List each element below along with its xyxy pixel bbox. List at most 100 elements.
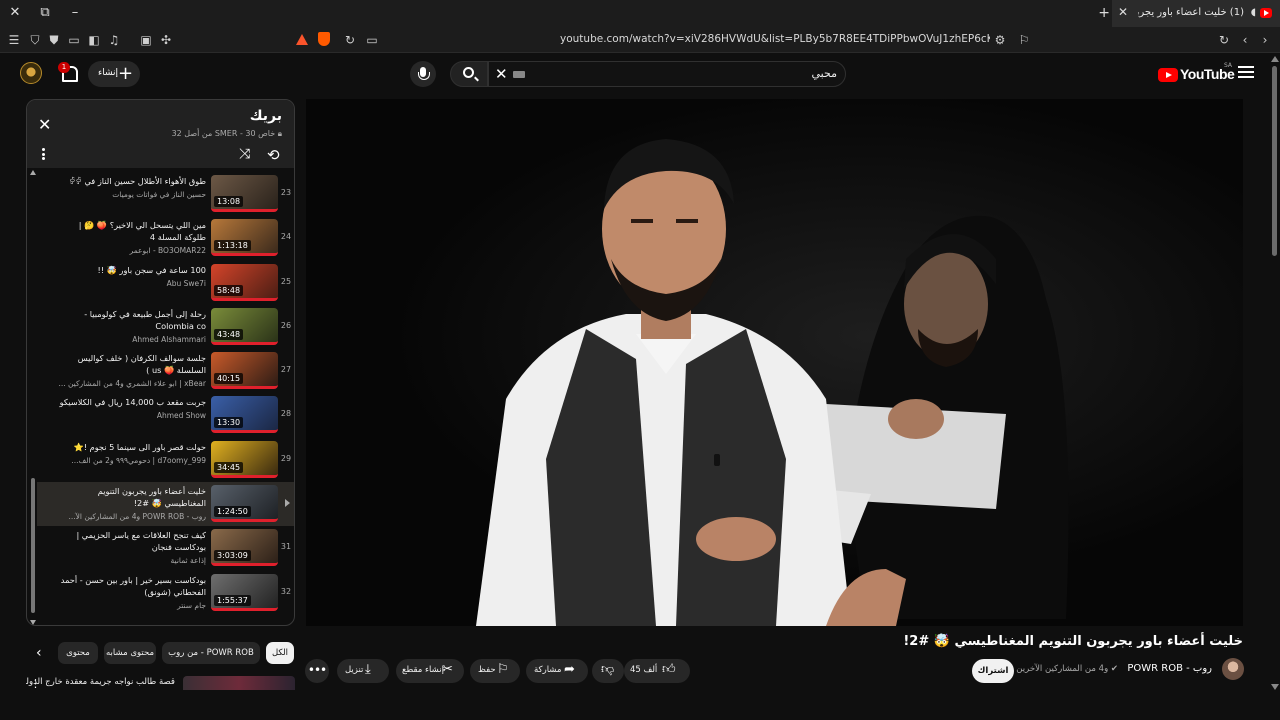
brave-rewards-icon[interactable] — [296, 32, 310, 47]
chip-all[interactable]: الكل — [266, 642, 294, 664]
brave-shields-icon[interactable] — [318, 32, 330, 46]
playlist-item-thumbnail[interactable]: 1:13:18 — [211, 219, 278, 257]
playlist-item-title[interactable]: جلسة سوالف الكرفان ( خلف كواليس السلسلة … — [56, 352, 206, 376]
like-button-icon[interactable]: 👍︎ — [662, 662, 676, 677]
account-avatar[interactable] — [20, 62, 42, 84]
channel-collaborators[interactable]: ✔ و4 من المشاركين الآخرين — [1016, 664, 1118, 674]
back-icon[interactable]: ‹ — [1237, 32, 1253, 48]
reader-icon[interactable]: ▣ — [138, 32, 154, 48]
playlist-item-title[interactable]: جربت مقعد ب 14,000 ريال في الكلاسيكو — [56, 396, 206, 408]
playlist-item-thumbnail[interactable]: 3:03:09 — [211, 529, 278, 567]
search-button[interactable] — [450, 61, 488, 87]
playlist-meta-text: خاص SMER - 30 من أصل 32 — [171, 129, 276, 138]
shuffle-icon[interactable]: ⤨ — [239, 146, 250, 162]
voice-search-icon[interactable] — [410, 61, 436, 87]
reload-icon[interactable]: ↻ — [1216, 32, 1232, 48]
playlist-item-title[interactable]: مين اللي يتسحل الي الاخير؟ 🍑 🤔 | طلوكة ا… — [56, 219, 206, 243]
scroll-down-arrow[interactable] — [30, 620, 36, 625]
playlist-item[interactable]: 32 1:55:37 بودكاست بسير خير | باور بين ح… — [37, 571, 294, 615]
clear-search-icon[interactable]: ✕ — [495, 65, 508, 83]
chevron-left-icon[interactable]: ‹ — [36, 645, 42, 661]
chip-from-channel[interactable]: من روب - POWR ROB — [162, 642, 260, 664]
playlist-item-title[interactable]: كيف تنجح العلاقات مع ياسر الحزيمي | بودك… — [56, 529, 206, 553]
cast-icon[interactable]: ▭ — [364, 32, 380, 48]
sidebar-menu-icon[interactable]: ☰ — [6, 32, 22, 48]
site-settings-icon[interactable]: ⚙ — [992, 32, 1008, 48]
playlist-item[interactable]: 29 34:45 حولت قصر باور الى سينما 5 نجوم … — [37, 438, 294, 482]
chip-more[interactable]: محتوى — [58, 642, 98, 664]
close-window-icon[interactable]: ✕ — [6, 4, 24, 22]
extensions-icon[interactable]: ✣ — [158, 32, 174, 48]
playlist-item-title[interactable]: طوق الأهواء الأطلال حسين الناز في ꀆꀆ — [56, 175, 206, 187]
page-scroll-down[interactable] — [1271, 684, 1279, 690]
close-playlist-icon[interactable]: ✕ — [38, 115, 51, 134]
playlist-item[interactable]: 31 3:03:09 كيف تنجح العلاقات مع ياسر الح… — [37, 526, 294, 570]
playlist-item-thumbnail[interactable]: 1:55:37 — [211, 573, 278, 611]
channel-avatar[interactable] — [1222, 658, 1244, 680]
playlist-item[interactable]: 1:24:50 خليت أعضاء باور يجربون التنويم ا… — [37, 482, 294, 527]
guide-menu-icon[interactable] — [1238, 66, 1254, 80]
create-button[interactable]: إنشاء + — [88, 61, 140, 87]
playlist-item-thumbnail[interactable]: 40:15 — [211, 352, 278, 390]
scroll-thumb[interactable] — [31, 478, 35, 613]
playlist-item-thumbnail[interactable]: 34:45 — [211, 440, 278, 478]
playlist-item-thumbnail[interactable]: 43:48 — [211, 307, 278, 345]
dislike-button[interactable]: 👎︎ — [592, 659, 624, 683]
new-tab-button[interactable]: + — [1098, 5, 1110, 21]
save-button[interactable]: ⚐ حفظ — [470, 659, 520, 683]
playlist-item[interactable]: 27 40:15 جلسة سوالف الكرفان ( خلف كواليس… — [37, 349, 294, 393]
playlist-item-title[interactable]: حولت قصر باور الى سينما 5 نجوم !⭐ — [56, 441, 206, 453]
playlist-item[interactable]: 24 1:13:18 مين اللي يتسحل الي الاخير؟ 🍑 … — [37, 216, 294, 260]
share-button[interactable]: ➦ مشاركة — [526, 659, 588, 683]
clip-button[interactable]: ✂ إنشاء مقطع — [396, 659, 464, 683]
playlist-item-title[interactable]: بودكاست بسير خير | باور بين حسن - أحمد ا… — [56, 574, 206, 598]
search-box[interactable]: ✕ — [488, 61, 846, 87]
tabs-icon[interactable]: ▭ — [66, 32, 82, 48]
download-button[interactable]: ⤓ تنزيل — [337, 659, 389, 683]
like-count[interactable]: 45 ألف — [630, 665, 657, 675]
playlist-more-icon[interactable] — [42, 148, 45, 160]
scroll-up-arrow[interactable] — [30, 170, 36, 175]
playlist-scrollbar[interactable] — [30, 170, 36, 625]
bookmarks-icon[interactable]: ⛊ — [46, 32, 62, 48]
search-input[interactable] — [537, 67, 837, 80]
page-scroll-up[interactable] — [1271, 56, 1279, 62]
music-icon[interactable]: ♫ — [106, 32, 122, 48]
loop-icon[interactable]: ⟲ — [267, 146, 280, 164]
bookmark-icon[interactable]: ⚐ — [1016, 32, 1032, 48]
duration-badge: 58:48 — [214, 284, 244, 296]
playlist-item-title[interactable]: رحلة إلى أجمل طبيعة في كولومبيا - Colomb… — [56, 308, 206, 332]
page-scroll-thumb[interactable] — [1272, 66, 1277, 256]
browser-tab[interactable]: ✕ (1) خليت أعضاء باور يجربون التنـ ◖ — [1112, 0, 1280, 27]
playlist-item[interactable]: 28 13:30 جربت مقعد ب 14,000 ريال في الكل… — [37, 393, 294, 437]
page-scrollbar[interactable] — [1270, 56, 1279, 690]
chip-related[interactable]: محتوى مشابه — [104, 642, 156, 664]
playlist-item-thumbnail[interactable]: 13:30 — [211, 396, 278, 434]
maximize-window-icon[interactable]: ⧉ — [36, 4, 54, 22]
playlist-item-thumbnail[interactable]: 58:48 — [211, 263, 278, 301]
channel-name[interactable]: روب - POWR ROB — [1127, 663, 1212, 674]
keyboard-icon[interactable] — [513, 71, 525, 78]
sidebar-toggle-icon[interactable]: ◧ — [86, 32, 102, 48]
youtube-logo[interactable]: YouTube SA — [1158, 62, 1235, 84]
subscribe-button[interactable]: اشتراك — [972, 659, 1014, 683]
more-actions-icon[interactable]: ••• — [305, 659, 329, 683]
playlist-item[interactable]: 25 58:48 100 ساعة في سجن باور 🤯 !! Abu S… — [37, 261, 294, 305]
shield-outline-icon[interactable]: ⛉ — [27, 32, 43, 48]
refresh-page-icon[interactable]: ↻ — [342, 32, 358, 48]
next-recommendation[interactable]: ⋮ قصة طالب نواجه جريمة معقدة خارج الدولة… — [26, 676, 295, 690]
playlist-title[interactable]: بريك — [250, 108, 282, 124]
playlist-item-thumbnail[interactable]: 13:08 — [211, 175, 278, 212]
minimize-window-icon[interactable]: – — [66, 4, 84, 22]
speaker-icon[interactable]: ◖ — [1251, 7, 1256, 18]
playlist-item-title[interactable]: 100 ساعة في سجن باور 🤯 !! — [56, 264, 206, 276]
video-player[interactable] — [306, 99, 1243, 626]
youtube-masthead: 1 إنشاء + ✕ YouTube SA — [0, 54, 1280, 94]
playlist-item[interactable]: 26 43:48 رحلة إلى أجمل طبيعة في كولومبيا… — [37, 305, 294, 349]
tab-close-icon[interactable]: ✕ — [1118, 5, 1128, 19]
url-text[interactable]: youtube.com/watch?v=xiV286HVWdU&list=PLB… — [560, 33, 990, 45]
playlist-item[interactable]: 23 13:08 طوق الأهواء الأطلال حسين الناز … — [37, 172, 294, 216]
forward-icon[interactable]: › — [1257, 32, 1273, 48]
playlist-item-title[interactable]: خليت أعضاء باور يجربون التنويم المغناطيس… — [56, 485, 206, 509]
playlist-item-thumbnail[interactable]: 1:24:50 — [211, 485, 278, 523]
